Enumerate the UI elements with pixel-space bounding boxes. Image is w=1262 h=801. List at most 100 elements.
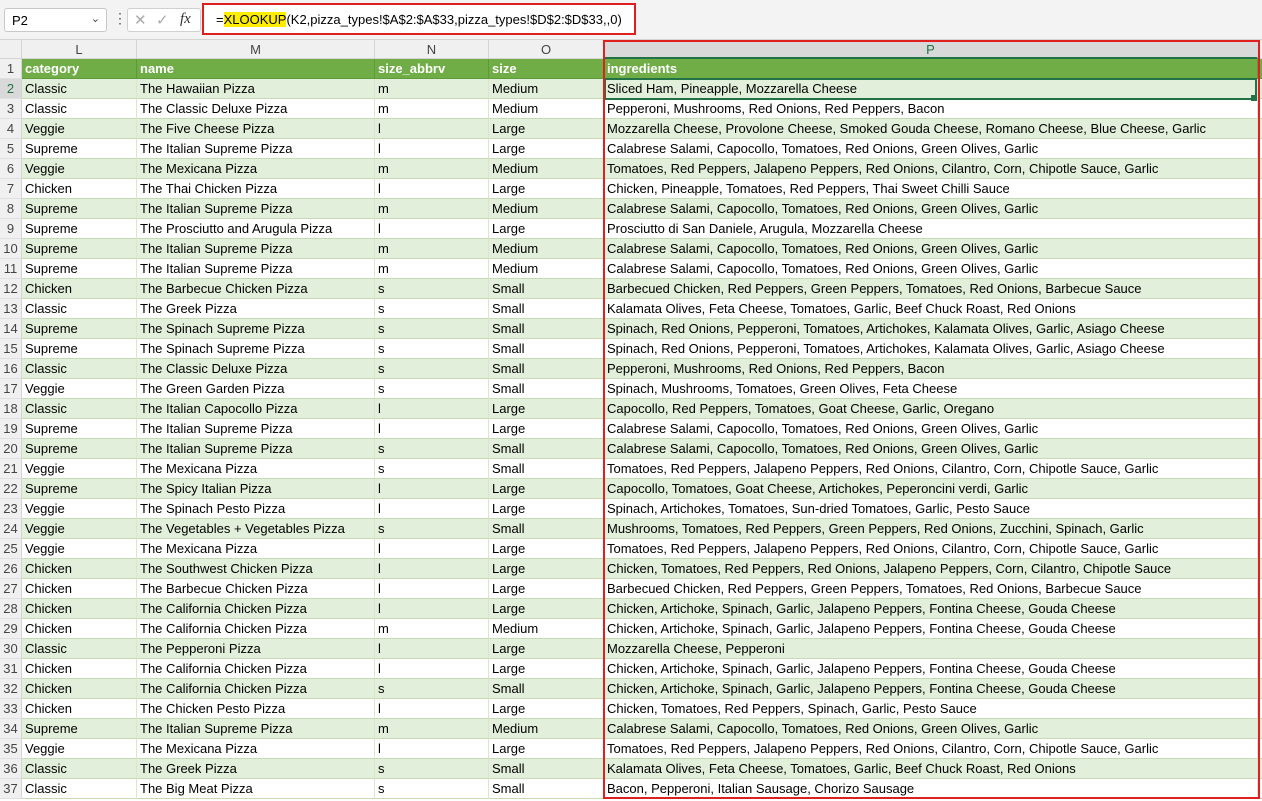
- cell-overflow[interactable]: [1258, 199, 1262, 219]
- cell-size[interactable]: Small: [489, 459, 604, 479]
- row-header[interactable]: 32: [0, 679, 22, 699]
- cell-size-abbrv[interactable]: l: [375, 479, 489, 499]
- cell-category[interactable]: Chicken: [22, 699, 137, 719]
- cell-size[interactable]: Medium: [489, 159, 604, 179]
- cell-ingredients[interactable]: Kalamata Olives, Feta Cheese, Tomatoes, …: [604, 299, 1258, 319]
- row-header[interactable]: 3: [0, 99, 22, 119]
- insert-function-icon[interactable]: fx: [180, 11, 191, 28]
- cell-ingredients[interactable]: Chicken, Artichoke, Spinach, Garlic, Jal…: [604, 679, 1258, 699]
- cell-ingredients[interactable]: Chicken, Artichoke, Spinach, Garlic, Jal…: [604, 659, 1258, 679]
- cell-size-abbrv[interactable]: l: [375, 639, 489, 659]
- cell-category[interactable]: Classic: [22, 399, 137, 419]
- cell-ingredients[interactable]: Chicken, Tomatoes, Red Peppers, Red Onio…: [604, 559, 1258, 579]
- cell-size[interactable]: Large: [489, 539, 604, 559]
- row-header[interactable]: 37: [0, 779, 22, 799]
- cell-category[interactable]: Chicken: [22, 659, 137, 679]
- cell-ingredients[interactable]: Spinach, Red Onions, Pepperoni, Tomatoes…: [604, 339, 1258, 359]
- cell-overflow[interactable]: [1258, 739, 1262, 759]
- cell-overflow[interactable]: [1258, 759, 1262, 779]
- cell-category[interactable]: Veggie: [22, 739, 137, 759]
- cell-ingredients[interactable]: Chicken, Artichoke, Spinach, Garlic, Jal…: [604, 619, 1258, 639]
- cell-size-abbrv[interactable]: m: [375, 99, 489, 119]
- cell-name[interactable]: The Thai Chicken Pizza: [137, 179, 375, 199]
- cell-size[interactable]: Medium: [489, 259, 604, 279]
- row-header[interactable]: 7: [0, 179, 22, 199]
- cell-size[interactable]: Medium: [489, 719, 604, 739]
- cell-overflow[interactable]: [1258, 219, 1262, 239]
- row-header[interactable]: 5: [0, 139, 22, 159]
- cell-size-abbrv[interactable]: l: [375, 139, 489, 159]
- cell-size[interactable]: Large: [489, 179, 604, 199]
- cell-ingredients[interactable]: Calabrese Salami, Capocollo, Tomatoes, R…: [604, 259, 1258, 279]
- cell-name[interactable]: The Southwest Chicken Pizza: [137, 559, 375, 579]
- cell-overflow[interactable]: [1258, 659, 1262, 679]
- cell-category[interactable]: Supreme: [22, 319, 137, 339]
- column-header-L[interactable]: L: [22, 40, 137, 59]
- cell-size[interactable]: Small: [489, 519, 604, 539]
- cell-size[interactable]: Large: [489, 639, 604, 659]
- cell-category[interactable]: Supreme: [22, 199, 137, 219]
- cell-size-abbrv[interactable]: m: [375, 619, 489, 639]
- cell-category[interactable]: Supreme: [22, 239, 137, 259]
- cell-size[interactable]: Large: [489, 739, 604, 759]
- cell-ingredients[interactable]: Chicken, Artichoke, Spinach, Garlic, Jal…: [604, 599, 1258, 619]
- cell-overflow[interactable]: [1258, 279, 1262, 299]
- formula-input[interactable]: =XLOOKUP(K2,pizza_types!$A$2:$A$33,pizza…: [202, 3, 636, 35]
- cell-category[interactable]: Chicken: [22, 579, 137, 599]
- row-header[interactable]: 26: [0, 559, 22, 579]
- cell-size-abbrv[interactable]: s: [375, 459, 489, 479]
- cell-overflow[interactable]: [1258, 299, 1262, 319]
- row-header[interactable]: 35: [0, 739, 22, 759]
- cell-ingredients[interactable]: Pepperoni, Mushrooms, Red Onions, Red Pe…: [604, 359, 1258, 379]
- row-header[interactable]: 27: [0, 579, 22, 599]
- column-header-N[interactable]: N: [375, 40, 489, 59]
- cell-size[interactable]: size: [489, 59, 604, 79]
- cell-category[interactable]: Supreme: [22, 419, 137, 439]
- cell-overflow[interactable]: [1258, 519, 1262, 539]
- cell-size[interactable]: Large: [489, 219, 604, 239]
- cell-size[interactable]: Small: [489, 379, 604, 399]
- cell-size-abbrv[interactable]: l: [375, 419, 489, 439]
- cell-name[interactable]: The Mexicana Pizza: [137, 459, 375, 479]
- cell-overflow[interactable]: [1258, 59, 1262, 79]
- cell-ingredients[interactable]: Mozzarella Cheese, Pepperoni: [604, 639, 1258, 659]
- row-header[interactable]: 13: [0, 299, 22, 319]
- cell-size-abbrv[interactable]: s: [375, 439, 489, 459]
- cell-size[interactable]: Large: [489, 659, 604, 679]
- cell-name[interactable]: The Italian Supreme Pizza: [137, 719, 375, 739]
- cell-name[interactable]: The Spinach Pesto Pizza: [137, 499, 375, 519]
- cell-name[interactable]: The Italian Capocollo Pizza: [137, 399, 375, 419]
- cell-ingredients[interactable]: Mushrooms, Tomatoes, Red Peppers, Green …: [604, 519, 1258, 539]
- cell-name[interactable]: The Spicy Italian Pizza: [137, 479, 375, 499]
- row-header[interactable]: 17: [0, 379, 22, 399]
- cell-ingredients[interactable]: Prosciutto di San Daniele, Arugula, Mozz…: [604, 219, 1258, 239]
- cell-category[interactable]: Chicken: [22, 179, 137, 199]
- cell-size-abbrv[interactable]: m: [375, 159, 489, 179]
- cell-size[interactable]: Large: [489, 579, 604, 599]
- chevron-down-icon[interactable]: ⌄: [91, 12, 100, 25]
- cell-overflow[interactable]: [1258, 319, 1262, 339]
- cell-name[interactable]: The Italian Supreme Pizza: [137, 439, 375, 459]
- row-header[interactable]: 36: [0, 759, 22, 779]
- cell-category[interactable]: Classic: [22, 299, 137, 319]
- cell-ingredients[interactable]: Tomatoes, Red Peppers, Jalapeno Peppers,…: [604, 539, 1258, 559]
- cell-ingredients[interactable]: Pepperoni, Mushrooms, Red Onions, Red Pe…: [604, 99, 1258, 119]
- cell-size[interactable]: Small: [489, 359, 604, 379]
- cell-category[interactable]: Supreme: [22, 479, 137, 499]
- cell-overflow[interactable]: [1258, 139, 1262, 159]
- cell-size[interactable]: Large: [489, 119, 604, 139]
- cell-overflow[interactable]: [1258, 399, 1262, 419]
- cell-ingredients[interactable]: Calabrese Salami, Capocollo, Tomatoes, R…: [604, 139, 1258, 159]
- cell-category[interactable]: Supreme: [22, 439, 137, 459]
- cell-overflow[interactable]: [1258, 539, 1262, 559]
- cell-overflow[interactable]: [1258, 99, 1262, 119]
- row-header[interactable]: 8: [0, 199, 22, 219]
- cell-name[interactable]: The Greek Pizza: [137, 299, 375, 319]
- cell-size-abbrv[interactable]: l: [375, 579, 489, 599]
- cell-size[interactable]: Small: [489, 319, 604, 339]
- cell-name[interactable]: The Spinach Supreme Pizza: [137, 339, 375, 359]
- cell-size-abbrv[interactable]: s: [375, 759, 489, 779]
- cell-ingredients[interactable]: Mozzarella Cheese, Provolone Cheese, Smo…: [604, 119, 1258, 139]
- name-box[interactable]: P2 ⌄: [4, 8, 107, 32]
- cell-overflow[interactable]: [1258, 119, 1262, 139]
